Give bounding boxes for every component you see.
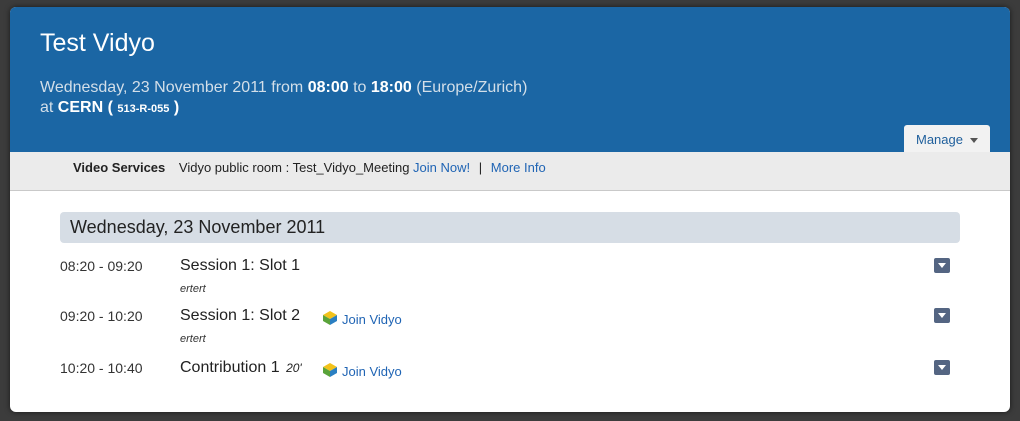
vidyo-logo-icon [323, 311, 337, 325]
timezone: (Europe/Zurich) [416, 79, 528, 96]
vidyo-room-text: Vidyo public room : Test_Vidyo_Meeting [178, 160, 410, 175]
video-services-bar: Video Services Vidyo public room : Test_… [10, 152, 1010, 191]
location-name: CERN [57, 99, 104, 116]
entry-title-text: Session 1: Slot 1 [180, 257, 301, 274]
event-header: Test Vidyo Wednesday, 23 November 2011 f… [10, 7, 1010, 152]
manage-label: Manage [916, 132, 963, 147]
open-paren: ( [107, 99, 113, 116]
event-location: at CERN ( 513-R-055 ) [40, 98, 179, 119]
entry-title[interactable]: Session 1: Slot 2 [180, 307, 300, 325]
entry-title-text: Session 1: Slot 2 [180, 307, 301, 324]
start-time: 08:00 [307, 79, 349, 96]
join-vidyo-link[interactable]: Join Vidyo [322, 310, 402, 327]
join-vidyo-label: Join Vidyo [342, 364, 402, 379]
join-now-link[interactable]: Join Now! [413, 160, 470, 175]
entry-subtitle: ertert [180, 333, 206, 345]
end-time: 18:00 [370, 79, 412, 96]
entry-subtitle: ertert [180, 283, 206, 295]
entry-menu-button[interactable] [934, 360, 950, 375]
close-paren: ) [173, 99, 180, 116]
day-heading: Wednesday, 23 November 2011 [60, 212, 960, 243]
entry-menu-button[interactable] [934, 258, 950, 273]
room-name: 513-R-055 [117, 103, 170, 115]
separator: | [478, 160, 483, 175]
video-services-label: Video Services [73, 160, 166, 175]
entry-duration: 20' [286, 361, 302, 375]
entry-time: 10:20 - 10:40 [60, 360, 143, 376]
to-word: to [353, 79, 367, 96]
more-info-link[interactable]: More Info [491, 160, 546, 175]
vidyo-logo-icon [323, 363, 337, 377]
entry-title[interactable]: Session 1: Slot 1 [180, 257, 300, 275]
manage-button[interactable]: Manage [904, 125, 990, 152]
join-vidyo-link[interactable]: Join Vidyo [322, 362, 402, 379]
event-title: Test Vidyo [40, 29, 155, 57]
event-page: Test Vidyo Wednesday, 23 November 2011 f… [10, 7, 1010, 412]
entry-time: 09:20 - 10:20 [60, 308, 143, 324]
entry-menu-button[interactable] [934, 308, 950, 323]
entry-title[interactable]: Contribution 1 20' [180, 359, 302, 377]
caret-down-icon [970, 138, 978, 143]
at-word: at [40, 99, 54, 116]
entry-time: 08:20 - 09:20 [60, 258, 143, 274]
event-date: Wednesday, 23 November 2011 from 08:00 t… [40, 78, 527, 98]
date-text: Wednesday, 23 November 2011 from [40, 79, 304, 96]
join-vidyo-label: Join Vidyo [342, 312, 402, 327]
entry-title-text: Contribution 1 [180, 359, 280, 376]
